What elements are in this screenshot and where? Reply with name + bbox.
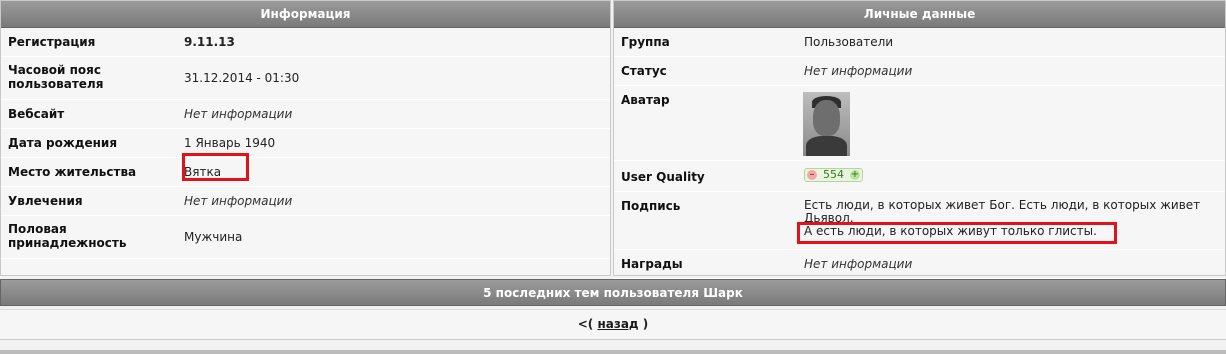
interests-value: Нет информации xyxy=(184,194,293,208)
registration-value: 9.11.13 xyxy=(184,35,235,49)
back-navigation: <( назад ) xyxy=(0,309,1226,340)
personal-header: Личные данные xyxy=(614,1,1225,28)
table-row: Аватар xyxy=(614,85,1225,161)
back-suffix: ) xyxy=(642,317,649,331)
avatar-label: Аватар xyxy=(621,93,670,107)
awards-label: Награды xyxy=(621,257,683,271)
status-value: Нет информации xyxy=(804,64,913,78)
gender-value: Мужчина xyxy=(184,230,243,244)
uq-minus-button[interactable]: – xyxy=(807,170,817,180)
highlight-box-signature xyxy=(797,222,1117,244)
table-row: Увлечения Нет информации xyxy=(1,186,610,216)
user-quality-label: User Quality xyxy=(621,170,705,184)
back-link[interactable]: назад xyxy=(597,317,638,331)
status-label: Статус xyxy=(621,64,667,78)
location-label: Место жительства xyxy=(8,165,137,179)
table-row: Награды Нет информации xyxy=(614,249,1225,279)
table-row: Дата рождения 1 Январь 1940 xyxy=(1,128,610,158)
birthday-label: Дата рождения xyxy=(8,136,118,150)
website-label: Вебсайт xyxy=(8,107,65,121)
info-header: Информация xyxy=(1,1,610,28)
registration-label: Регистрация xyxy=(8,35,96,49)
group-value: Пользователи xyxy=(804,35,894,49)
info-table: Регистрация 9.11.13 Часовой пояс пользов… xyxy=(1,28,610,259)
avatar[interactable] xyxy=(803,92,850,156)
table-row: Вебсайт Нет информации xyxy=(1,99,610,129)
timezone-label: Часовой пояс пользователя xyxy=(8,63,104,91)
info-panel: Информация Регистрация 9.11.13 Часовой п… xyxy=(0,0,611,276)
group-label: Группа xyxy=(621,35,670,49)
table-row: Статус Нет информации xyxy=(614,56,1225,86)
table-row: User Quality –554 + xyxy=(614,160,1225,192)
table-row: Часовой пояс пользователя 31.12.2014 - 0… xyxy=(1,56,610,100)
table-row: Группа Пользователи xyxy=(614,28,1225,57)
interests-label: Увлечения xyxy=(8,194,83,208)
timezone-value: 31.12.2014 - 01:30 xyxy=(184,71,300,85)
recent-topics-bar[interactable]: 5 последних тем пользователя Шарк xyxy=(0,279,1226,306)
uq-value: 554 xyxy=(823,168,844,181)
avatar-face xyxy=(813,100,840,136)
highlight-box-location xyxy=(182,153,249,181)
gender-label: Половая принадлежность xyxy=(8,222,127,250)
website-value: Нет информации xyxy=(184,107,293,121)
uq-plus-button[interactable]: + xyxy=(850,170,860,180)
user-quality-widget: –554 + xyxy=(804,168,863,182)
avatar-body xyxy=(806,136,847,156)
bottom-divider xyxy=(0,350,1226,354)
table-row: Место жительства Вятка xyxy=(1,157,610,187)
back-prefix: <( xyxy=(577,317,594,331)
signature-label: Подпись xyxy=(621,199,681,213)
table-row: Половая принадлежность Мужчина xyxy=(1,215,610,259)
awards-value: Нет информации xyxy=(804,257,913,271)
table-row: Регистрация 9.11.13 xyxy=(1,28,610,57)
